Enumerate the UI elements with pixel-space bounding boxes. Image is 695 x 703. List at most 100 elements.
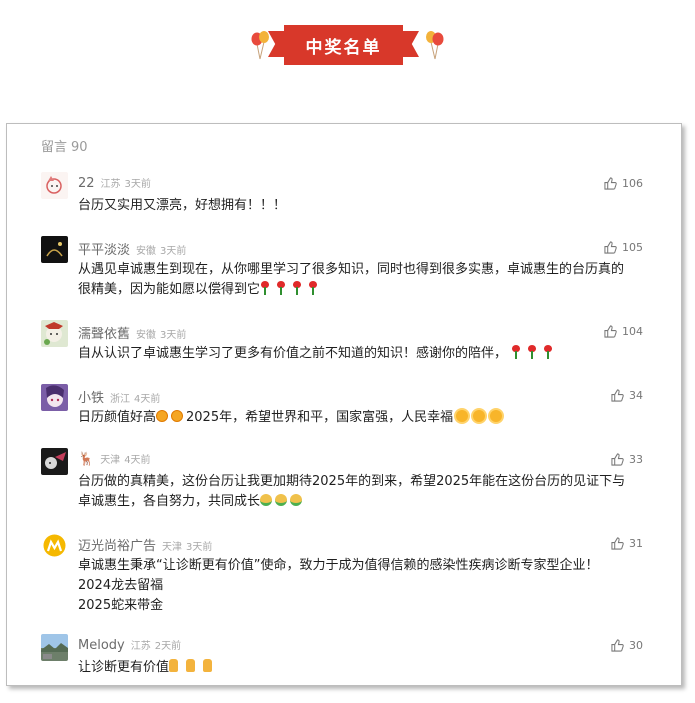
like-button[interactable]: 33 (611, 453, 643, 466)
comment-author[interactable]: 22 (78, 176, 95, 191)
comment-text-segment: 自从认识了卓诚惠生学习了更多有价值之前不知道的知识！感谢你的陪伴， (78, 346, 508, 361)
comment-body: 让诊断更有价值 (78, 658, 643, 678)
comment-text-segment: 卓诚惠生，各自努力，共同成长 (78, 494, 261, 509)
comment-author[interactable]: 🦌 (78, 452, 94, 467)
comment-meta: 22 江苏 3天前 (78, 175, 151, 193)
like-button[interactable]: 104 (604, 325, 643, 338)
avatar[interactable] (41, 320, 68, 347)
comment-region: 安徽 (136, 330, 157, 341)
like-count: 30 (629, 639, 643, 652)
comment-count-label: 留言 (41, 140, 68, 155)
comment-text-line: 2024龙去留福 (78, 578, 164, 593)
comment-count-value: 90 (71, 140, 88, 155)
comment-time: 4天前 (124, 455, 151, 466)
comment-text-line: 日历颜值好高 2025年，希望世界和平，国家富强，人民幸福 (78, 408, 643, 428)
hug-emoji-icon (260, 494, 273, 506)
comment-author[interactable]: Melody (78, 638, 125, 653)
comment-meta: 平平淡淡 安徽 3天前 (78, 239, 187, 258)
comment-body: 日历颜值好高 2025年，希望世界和平，国家富强，人民幸福 (78, 408, 643, 428)
like-button[interactable]: 34 (611, 389, 643, 402)
thumbs-up-icon (611, 537, 624, 550)
comment-count: 留言 90 (41, 136, 88, 155)
comment-author[interactable]: 迈光尚裕广告 (78, 535, 156, 554)
surprised-face-emoji-icon (156, 410, 169, 422)
banner-title: 中奖名单 (284, 25, 403, 65)
like-button[interactable]: 31 (611, 537, 643, 550)
comment-text-line: 让诊断更有价值 (78, 658, 643, 678)
thumbs-up-icon (611, 453, 624, 466)
comment-text-segment: 很精美，因为能如愿以偿得到它 (78, 282, 261, 297)
comment-text-line: 台历又实用又漂亮，好想拥有！！！ (78, 198, 287, 213)
comment-time: 3天前 (186, 542, 213, 553)
comment-body: 台历又实用又漂亮，好想拥有！！！ (78, 196, 643, 216)
like-count: 33 (629, 453, 643, 466)
hug-emoji-icon (275, 494, 288, 506)
balloon-icon (249, 30, 271, 60)
like-button[interactable]: 30 (611, 639, 643, 652)
comment-region: 江苏 (100, 179, 121, 190)
rose-emoji-icon (511, 345, 521, 359)
hug-emoji-icon (290, 494, 303, 506)
comment-author[interactable]: 濡聲依舊 (78, 323, 130, 342)
rose-emoji-icon (260, 281, 270, 295)
rose-emoji-icon (543, 345, 553, 359)
comment-text-line: 台历做的真精美，这份台历让我更加期待2025年的到来，希望2025年能在这份台历… (78, 474, 626, 489)
comment-meta: 濡聲依舊 安徽 3天前 (78, 323, 186, 342)
like-count: 106 (622, 177, 643, 190)
comment-time: 4天前 (134, 394, 161, 405)
thumbs-up-icon (604, 241, 617, 254)
like-count: 31 (629, 537, 643, 550)
avatar[interactable] (41, 236, 68, 263)
comment-body: 台历做的真精美，这份台历让我更加期待2025年的到来，希望2025年能在这份台历… (78, 472, 643, 512)
like-count: 104 (622, 325, 643, 338)
like-button[interactable]: 105 (604, 241, 643, 254)
like-count: 105 (622, 241, 643, 254)
rose-emoji-icon (276, 281, 286, 295)
comment-meta: Melody 江苏 2天前 (78, 637, 181, 655)
thumbs-up-emoji-icon (203, 659, 213, 672)
rose-emoji-icon (308, 281, 318, 295)
comment-text-line: 2025蛇来带金 (78, 598, 164, 613)
thumbs-up-icon (611, 639, 624, 652)
comment-author[interactable]: 小铁 (78, 387, 104, 406)
comments-card: 留言 90 22 江苏 3天前 106 台历又实用又漂亮，好想拥有！！！ 平平淡淡… (6, 123, 682, 686)
comment-text-segment: 让诊断更有价值 (78, 660, 170, 675)
comment-text-line: 自从认识了卓诚惠生学习了更多有价值之前不知道的知识！感谢你的陪伴， (78, 344, 643, 364)
comment-meta: 迈光尚裕广告 天津 3天前 (78, 535, 213, 554)
ribbon-right-decoration (403, 31, 419, 57)
avatar[interactable] (41, 172, 68, 199)
comment-meta: 🦌 天津 4天前 (78, 451, 151, 469)
rose-emoji-icon (292, 281, 302, 295)
header-banner: 中奖名单 (0, 0, 695, 95)
thumbs-up-emoji-icon (169, 659, 179, 672)
sun-emoji-icon (456, 410, 469, 422)
comment-author[interactable]: 平平淡淡 (78, 239, 130, 258)
comment-region: 浙江 (110, 394, 131, 405)
comment-text-line: 卓诚惠生秉承“让诊断更有价值”使命，致力于成为值得信赖的感染性疾病诊断专家型企业… (78, 558, 599, 573)
comment-text-line: 从遇见卓诚惠生到现在，从你哪里学习了很多知识，同时也得到很多实惠，卓诚惠生的台历… (78, 262, 625, 277)
avatar[interactable] (41, 384, 68, 411)
rose-emoji-icon (527, 345, 537, 359)
comment-text-segment: 2025年，希望世界和平，国家富强，人民幸福 (186, 410, 454, 425)
like-count: 34 (629, 389, 643, 402)
sun-emoji-icon (473, 410, 486, 422)
comment-region: 安徽 (136, 246, 157, 257)
avatar[interactable] (41, 532, 68, 559)
comment-time: 2天前 (154, 641, 182, 652)
sun-emoji-icon (490, 410, 503, 422)
thumbs-up-icon (611, 389, 624, 402)
avatar[interactable] (41, 634, 68, 661)
comment-text-line: 卓诚惠生，各自努力，共同成长 (78, 492, 643, 512)
thumbs-up-icon (604, 177, 617, 190)
comment-region: 江苏 (130, 641, 151, 652)
like-button[interactable]: 106 (604, 177, 643, 190)
comment-body: 卓诚惠生秉承“让诊断更有价值”使命，致力于成为值得信赖的感染性疾病诊断专家型企业… (78, 556, 643, 616)
comment-text-line: 很精美，因为能如愿以偿得到它 (78, 280, 643, 300)
comment-meta: 小铁 浙江 4天前 (78, 387, 161, 406)
avatar[interactable] (41, 448, 68, 475)
surprised-face-emoji-icon (171, 410, 184, 422)
comment-time: 3天前 (160, 246, 187, 257)
comment-time: 3天前 (124, 179, 151, 190)
comment-text-segment: 日历颜值好高 (78, 410, 157, 425)
comment-region: 天津 (162, 542, 183, 553)
